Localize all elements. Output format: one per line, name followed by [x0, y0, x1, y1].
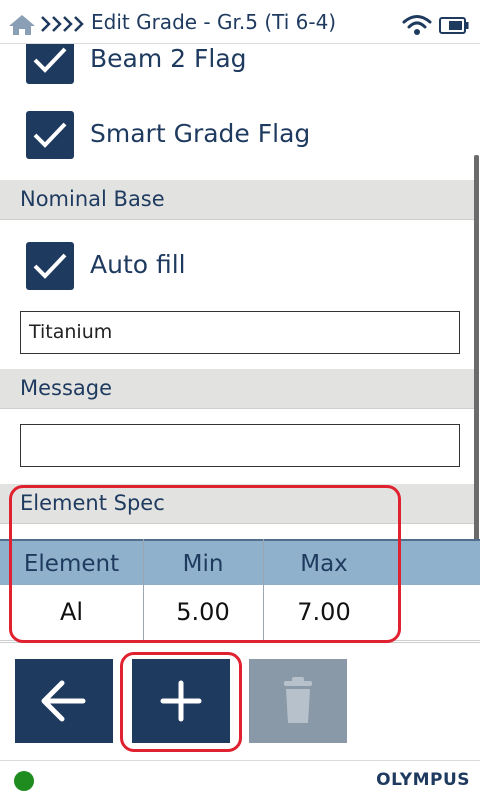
nominal-base-field[interactable] [20, 311, 460, 354]
trash-icon [284, 677, 312, 723]
arrow-left-icon [41, 680, 86, 722]
delete-button[interactable] [249, 659, 347, 743]
status-indicator-icon [14, 771, 34, 791]
autofill-row[interactable]: Auto fill [0, 242, 470, 302]
page-title: Edit Grade - Gr.5 (Ti 6-4) [91, 10, 337, 34]
beam2-flag-checkbox[interactable] [26, 44, 74, 84]
message-field[interactable] [20, 424, 460, 467]
scrollbar[interactable] [474, 155, 479, 565]
footer: OLYMPUS [0, 760, 480, 800]
message-input[interactable] [29, 425, 449, 465]
add-button-highlight [120, 652, 242, 752]
message-title: Message [20, 376, 113, 400]
wifi-icon [402, 15, 432, 35]
brand-logo: OLYMPUS [376, 770, 470, 790]
nominal-base-title: Nominal Base [20, 187, 165, 211]
message-header: Message [0, 369, 474, 409]
beam2-flag-row[interactable]: Beam 2 Flag [0, 44, 470, 96]
battery-icon [439, 17, 469, 34]
element-spec-highlight [9, 485, 401, 643]
autofill-label: Auto fill [90, 250, 186, 279]
chevrons-icon [41, 16, 84, 32]
beam2-flag-label: Beam 2 Flag [90, 44, 247, 73]
nominal-base-input[interactable] [29, 312, 449, 352]
nominal-base-header: Nominal Base [0, 180, 474, 220]
smart-grade-flag-label: Smart Grade Flag [90, 119, 311, 148]
autofill-checkbox[interactable] [26, 242, 74, 290]
back-button[interactable] [15, 659, 113, 743]
home-icon[interactable] [8, 14, 36, 36]
smart-grade-flag-checkbox[interactable] [26, 111, 74, 159]
status-bar: Edit Grade - Gr.5 (Ti 6-4) [0, 0, 480, 44]
smart-grade-flag-row[interactable]: Smart Grade Flag [0, 111, 470, 171]
